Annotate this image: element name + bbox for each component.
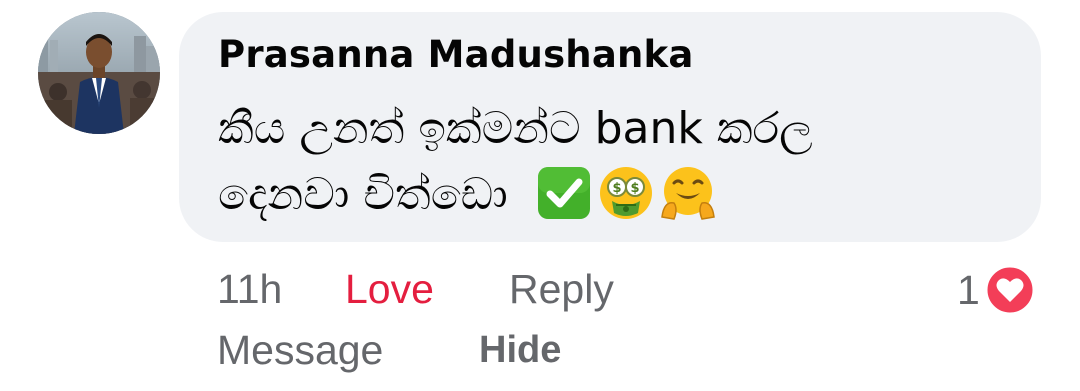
comment-text: කීය උනත් ඉක්මන්ට bank කරල දෙනවා චිත්ඩො $… bbox=[218, 96, 1018, 228]
avatar[interactable] bbox=[38, 12, 160, 134]
reaction-count: 1 bbox=[957, 266, 980, 313]
check-mark-button-emoji-icon bbox=[536, 165, 592, 221]
reaction-summary[interactable]: 1 bbox=[957, 264, 1036, 316]
svg-text:$: $ bbox=[630, 181, 639, 196]
hide-button[interactable]: Hide bbox=[479, 329, 561, 372]
avatar-photo-icon bbox=[38, 12, 160, 134]
comment-text-line-1: කීය උනත් ඉක්මන්ට bank කරල bbox=[218, 103, 813, 154]
svg-text:$: $ bbox=[612, 181, 621, 196]
comment-text-line-2-text: දෙනවා චිත්ඩො bbox=[218, 169, 508, 220]
emoji-group: $ $ bbox=[536, 165, 716, 221]
comment-author[interactable]: Prasanna Madushanka bbox=[218, 33, 694, 76]
message-button[interactable]: Message bbox=[217, 327, 383, 374]
comment-text-line-2: දෙනවා චිත්ඩො $ $ bbox=[218, 162, 1018, 228]
hugging-face-emoji-icon bbox=[660, 165, 716, 221]
comment-item: Prasanna Madushanka කීය උනත් ඉක්මන්ට ban… bbox=[0, 0, 1080, 391]
comment-timestamp[interactable]: 11h bbox=[217, 266, 282, 313]
heart-icon bbox=[984, 264, 1036, 316]
money-mouth-face-emoji-icon: $ $ bbox=[598, 165, 654, 221]
reply-button[interactable]: Reply bbox=[509, 266, 614, 313]
love-button[interactable]: Love bbox=[345, 266, 434, 313]
